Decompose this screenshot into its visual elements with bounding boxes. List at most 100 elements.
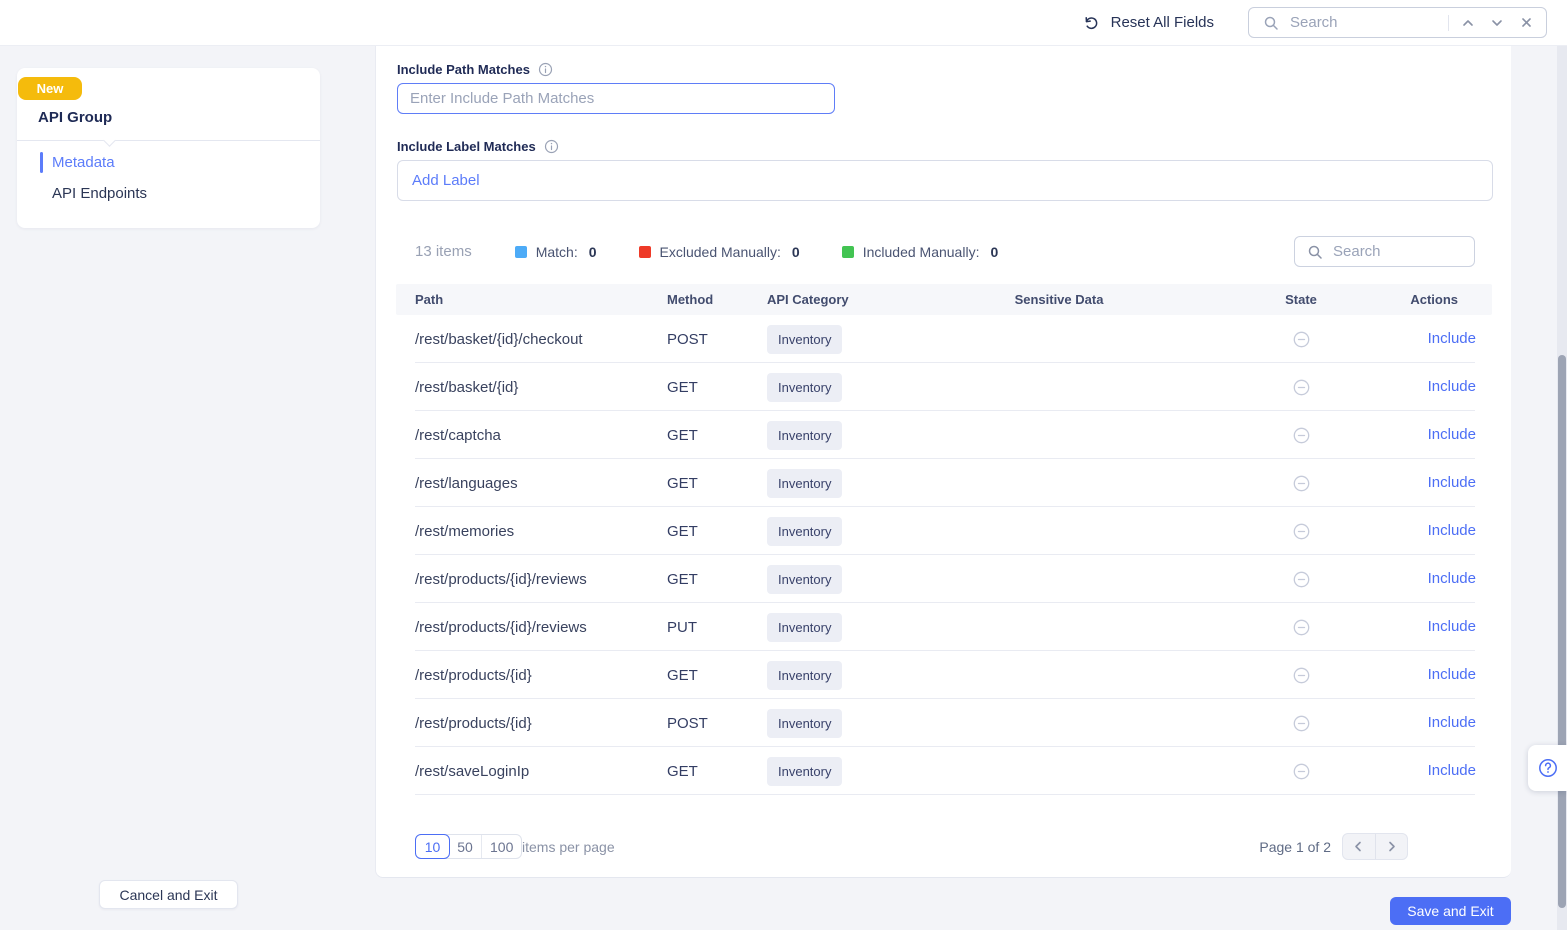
include-link[interactable]: Include <box>1428 714 1476 731</box>
row-state-cell <box>1211 763 1391 780</box>
search-next-button[interactable] <box>1487 13 1507 33</box>
row-state-cell <box>1211 331 1391 348</box>
include-link[interactable]: Include <box>1428 570 1476 587</box>
include-link[interactable]: Include <box>1428 426 1476 443</box>
row-actions-cell: Include <box>1391 618 1492 636</box>
active-item-indicator <box>40 152 43 173</box>
reset-all-fields-button[interactable]: Reset All Fields <box>1081 13 1214 33</box>
include-link[interactable]: Include <box>1428 762 1476 779</box>
legend-match: Match: 0 <box>515 244 597 260</box>
global-search-placeholder: Search <box>1290 14 1439 31</box>
row-method: GET <box>648 379 748 396</box>
row-actions-cell: Include <box>1391 666 1492 684</box>
save-and-exit-button[interactable]: Save and Exit <box>1390 897 1511 925</box>
search-close-button[interactable] <box>1516 13 1536 33</box>
page-size-50[interactable]: 50 <box>449 835 482 858</box>
page-size-group: 10 50 100 <box>415 834 522 859</box>
info-icon <box>544 138 560 154</box>
include-link[interactable]: Include <box>1428 474 1476 491</box>
row-path: /rest/captcha <box>396 427 648 444</box>
sidebar-item-metadata[interactable]: Metadata <box>52 154 115 171</box>
row-category-cell: Inventory <box>748 373 907 402</box>
sidebar-item-api-endpoints[interactable]: API Endpoints <box>52 185 147 202</box>
table-row: /rest/products/{id}/reviews GET Inventor… <box>396 555 1492 603</box>
include-link[interactable]: Include <box>1428 378 1476 395</box>
row-path: /rest/products/{id} <box>396 667 648 684</box>
scrollbar-thumb[interactable] <box>1558 355 1566 908</box>
row-actions-cell: Include <box>1391 330 1492 348</box>
row-path: /rest/products/{id}/reviews <box>396 571 648 588</box>
table-header: Path Method API Category Sensitive Data … <box>396 284 1492 315</box>
info-icon <box>538 61 554 77</box>
row-category-cell: Inventory <box>748 709 907 738</box>
legend-included-value: 0 <box>990 244 998 260</box>
include-path-matches-input[interactable] <box>397 83 835 114</box>
include-link[interactable]: Include <box>1428 330 1476 347</box>
column-header-actions: Actions <box>1391 292 1492 307</box>
row-category-cell: Inventory <box>748 517 907 546</box>
page-size-100[interactable]: 100 <box>482 835 521 858</box>
row-method: GET <box>648 427 748 444</box>
search-icon <box>1261 13 1281 33</box>
row-category: Inventory <box>767 469 842 498</box>
row-method: GET <box>648 523 748 540</box>
row-actions-cell: Include <box>1391 378 1492 396</box>
legend-included: Included Manually: 0 <box>842 244 999 260</box>
legend-match-label: Match: <box>536 244 578 260</box>
search-icon <box>1305 242 1325 262</box>
search-divider <box>1448 15 1449 31</box>
row-state-cell <box>1211 619 1391 636</box>
legend-match-value: 0 <box>589 244 597 260</box>
search-prev-button[interactable] <box>1458 13 1478 33</box>
row-category-cell: Inventory <box>748 757 907 786</box>
page-size-10[interactable]: 10 <box>415 834 450 859</box>
minus-circle-icon <box>1293 619 1310 636</box>
row-path: /rest/languages <box>396 475 648 492</box>
row-method: PUT <box>648 619 748 636</box>
column-header-state: State <box>1211 292 1391 307</box>
endpoints-table: Path Method API Category Sensitive Data … <box>396 284 1492 795</box>
include-label-matches-label: Include Label Matches <box>397 139 536 154</box>
minus-circle-icon <box>1293 523 1310 540</box>
column-header-api-category: API Category <box>748 292 907 307</box>
prev-page-button[interactable] <box>1343 834 1375 859</box>
table-row: /rest/basket/{id} GET Inventory Include <box>396 363 1492 411</box>
row-actions-cell: Include <box>1391 522 1492 540</box>
main-panel: Include Path Matches Include Label Match… <box>375 46 1511 878</box>
table-search[interactable]: Search <box>1294 236 1475 267</box>
minus-circle-icon <box>1293 427 1310 444</box>
help-button[interactable] <box>1528 745 1567 791</box>
row-actions-cell: Include <box>1391 714 1492 732</box>
next-page-button[interactable] <box>1376 834 1408 859</box>
row-state-cell <box>1211 379 1391 396</box>
cancel-and-exit-button[interactable]: Cancel and Exit <box>99 880 238 909</box>
global-search[interactable]: Search <box>1248 7 1547 38</box>
table-row: /rest/products/{id}/reviews PUT Inventor… <box>396 603 1492 651</box>
row-category: Inventory <box>767 325 842 354</box>
row-state-cell <box>1211 523 1391 540</box>
add-label-text: Add Label <box>412 172 480 189</box>
include-link[interactable]: Include <box>1428 522 1476 539</box>
table-row: /rest/captcha GET Inventory Include <box>396 411 1492 459</box>
legend-included-label: Included Manually: <box>863 244 980 260</box>
row-state-cell <box>1211 571 1391 588</box>
include-link[interactable]: Include <box>1428 666 1476 683</box>
table-search-placeholder: Search <box>1333 243 1381 260</box>
legend-included-swatch <box>842 246 854 258</box>
sidebar-notch <box>103 134 116 147</box>
minus-circle-icon <box>1293 379 1310 396</box>
reset-icon <box>1081 13 1101 33</box>
include-link[interactable]: Include <box>1428 618 1476 635</box>
row-actions-cell: Include <box>1391 474 1492 492</box>
row-category: Inventory <box>767 613 842 642</box>
items-count: 13 items <box>415 243 472 260</box>
row-category: Inventory <box>767 421 842 450</box>
table-body: /rest/basket/{id}/checkout POST Inventor… <box>396 315 1492 795</box>
row-path: /rest/products/{id}/reviews <box>396 619 648 636</box>
row-category: Inventory <box>767 757 842 786</box>
add-label-button[interactable]: Add Label <box>397 160 1493 201</box>
legend: Match: 0 Excluded Manually: 0 Included M… <box>515 244 999 260</box>
minus-circle-icon <box>1293 331 1310 348</box>
row-category-cell: Inventory <box>748 661 907 690</box>
table-row: /rest/memories GET Inventory Include <box>396 507 1492 555</box>
